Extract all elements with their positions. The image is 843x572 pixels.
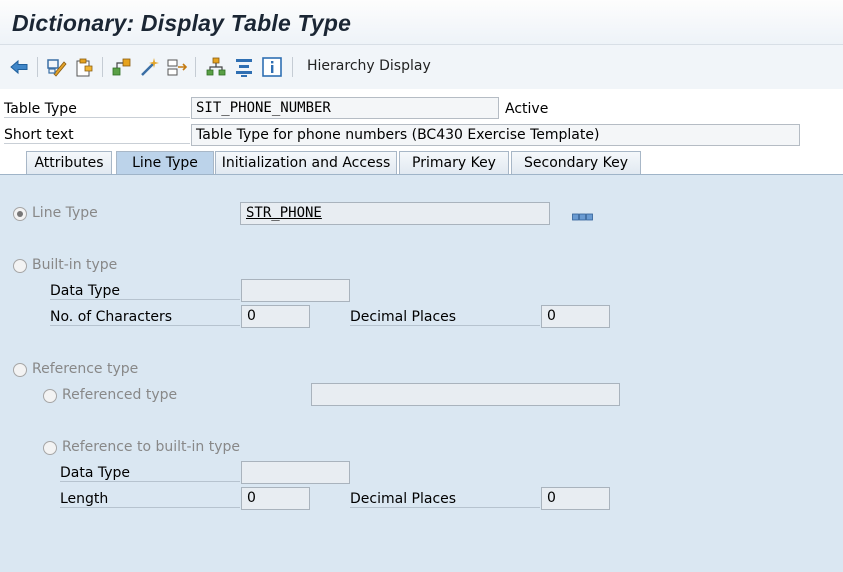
ref-decimals-field[interactable]: 0	[541, 487, 610, 510]
tab-line-type[interactable]: Line Type	[116, 151, 214, 175]
tab-strip: Attributes Line Type Initialization and …	[0, 151, 843, 175]
line-type-radio[interactable]	[13, 207, 27, 221]
builtin-data-type-label: Data Type	[50, 283, 240, 300]
align-icon[interactable]	[233, 56, 255, 78]
structure-icon[interactable]	[572, 209, 594, 221]
referenced-type-radio[interactable]	[43, 389, 57, 403]
table-type-label: Table Type	[4, 101, 190, 118]
reference-builtin-radio[interactable]	[43, 441, 57, 455]
builtin-data-type-field[interactable]	[241, 279, 350, 302]
header-area: Table Type SIT_PHONE_NUMBER Active Short…	[0, 89, 843, 151]
tab-primary-key[interactable]: Primary Key	[399, 151, 509, 174]
tab-initialization-and-access[interactable]: Initialization and Access	[215, 151, 397, 174]
activate-wand-icon[interactable]	[139, 56, 161, 78]
ref-length-field[interactable]: 0	[241, 487, 310, 510]
builtin-type-radio[interactable]	[13, 259, 27, 273]
line-type-panel: Line Type STR_PHONE Built-in type Data T…	[0, 174, 843, 572]
window-title: Dictionary: Display Table Type	[12, 10, 352, 36]
line-type-radio-label: Line Type	[32, 205, 98, 221]
hierarchy-display-button[interactable]: Hierarchy Display	[307, 58, 431, 74]
application-toolbar: Hierarchy Display	[0, 44, 843, 90]
referenced-type-radio-label: Referenced type	[62, 387, 178, 403]
transfer-icon[interactable]	[166, 56, 188, 78]
builtin-type-radio-label: Built-in type	[32, 257, 118, 273]
line-type-field[interactable]: STR_PHONE	[240, 202, 550, 225]
title-bar: Dictionary: Display Table Type	[0, 0, 843, 44]
ref-data-type-field[interactable]	[241, 461, 350, 484]
reference-type-radio[interactable]	[13, 363, 27, 377]
short-text-label: Short text	[4, 127, 190, 144]
tab-secondary-key[interactable]: Secondary Key	[511, 151, 641, 174]
reference-builtin-radio-label: Reference to built-in type	[62, 439, 241, 455]
hierarchy-tree-icon[interactable]	[205, 56, 227, 78]
table-type-field[interactable]: SIT_PHONE_NUMBER	[191, 97, 499, 119]
display-change-icon[interactable]	[46, 56, 68, 78]
referenced-type-field[interactable]	[311, 383, 620, 406]
tab-attributes[interactable]: Attributes	[26, 151, 112, 174]
object-list-icon[interactable]	[111, 56, 133, 78]
short-text-field[interactable]: Table Type for phone numbers (BC430 Exer…	[191, 124, 800, 146]
info-icon[interactable]	[261, 56, 283, 78]
ref-decimals-label: Decimal Places	[350, 491, 540, 508]
back-icon[interactable]	[8, 56, 30, 78]
where-used-icon[interactable]	[73, 56, 95, 78]
builtin-chars-label: No. of Characters	[50, 309, 240, 326]
ref-length-label: Length	[60, 491, 240, 508]
builtin-decimals-field[interactable]: 0	[541, 305, 610, 328]
builtin-chars-field[interactable]: 0	[241, 305, 310, 328]
status-text: Active	[505, 101, 549, 117]
reference-type-radio-label: Reference type	[32, 361, 139, 377]
builtin-decimals-label: Decimal Places	[350, 309, 540, 326]
ref-data-type-label: Data Type	[60, 465, 240, 482]
